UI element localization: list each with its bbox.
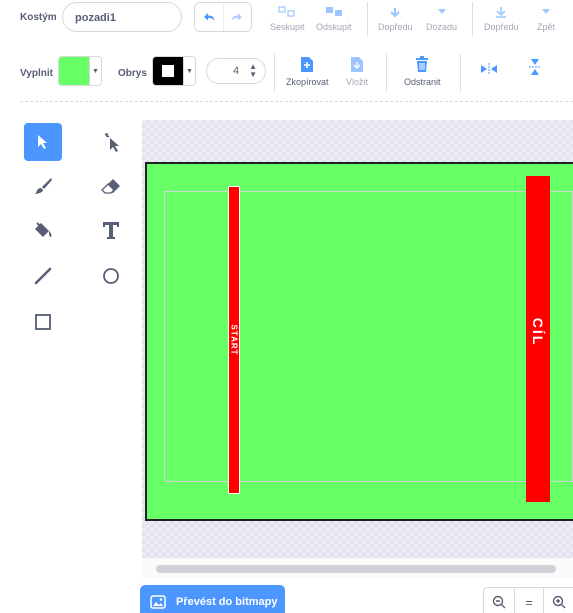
flip-horizontal-icon	[481, 63, 497, 75]
text-tool[interactable]	[92, 211, 130, 249]
selection-box	[164, 191, 573, 482]
flip-vertical-button[interactable]	[528, 58, 542, 76]
paste-icon	[351, 57, 363, 72]
divider	[472, 2, 473, 36]
circle-tool[interactable]	[92, 257, 130, 295]
text-icon	[103, 222, 119, 239]
arrow-down-icon	[437, 9, 446, 14]
flip-vertical-icon	[529, 59, 541, 75]
zoom-in-icon	[552, 595, 566, 609]
reshape-tool[interactable]	[92, 123, 130, 161]
flip-horizontal-button[interactable]	[480, 62, 498, 76]
backward-button[interactable]: Dozadu	[426, 6, 457, 32]
zoom-controls: =	[483, 587, 573, 613]
forward-button[interactable]: Dopředu	[378, 6, 413, 32]
circle-icon	[103, 268, 119, 284]
outline-color-picker[interactable]: ▼	[152, 56, 196, 86]
style-toolbar: Vyplnit ▼ Obrys ▼ 4 ▲ ▼ Zkopírovat Vložit…	[0, 46, 573, 98]
trash-icon	[416, 56, 429, 72]
rectangle-tool[interactable]	[24, 303, 62, 341]
divider	[460, 54, 461, 92]
reshape-icon	[104, 133, 119, 152]
stroke-width-input[interactable]: 4 ▲ ▼	[206, 58, 266, 84]
eraser-tool[interactable]	[92, 167, 130, 205]
line-tool[interactable]	[24, 257, 62, 295]
stepper-icon: ▲ ▼	[249, 62, 257, 79]
finish-label: CÍL	[530, 317, 546, 347]
brush-icon	[34, 178, 52, 194]
costume-name-input[interactable]: pozadi1	[62, 2, 182, 32]
paste-button[interactable]: Vložit	[346, 56, 368, 87]
zoom-in-button[interactable]	[543, 588, 573, 613]
zoom-reset-button[interactable]: =	[513, 588, 544, 613]
cursor-icon	[38, 135, 47, 149]
undo-icon	[203, 13, 215, 21]
divider	[274, 54, 275, 92]
bring-front-icon	[496, 7, 507, 18]
copy-icon	[301, 57, 314, 72]
fill-label: Vyplnit	[20, 68, 53, 79]
paint-bucket-icon	[35, 222, 52, 237]
horizontal-scrollbar[interactable]	[142, 558, 573, 578]
zoom-out-button[interactable]	[484, 588, 514, 613]
arrow-down-icon	[390, 8, 400, 18]
select-tool[interactable]	[24, 123, 62, 161]
fill-color-picker[interactable]: ▼	[58, 56, 102, 86]
divider	[367, 2, 368, 36]
delete-button[interactable]: Odstranit	[404, 56, 441, 87]
zoom-out-icon	[492, 595, 506, 609]
start-label: START	[229, 324, 239, 356]
copy-button[interactable]: Zkopírovat	[286, 56, 329, 87]
scrollbar-thumb[interactable]	[156, 565, 556, 573]
undo-redo-group	[194, 2, 252, 32]
toolbar-divider	[20, 101, 573, 102]
brush-tool[interactable]	[24, 167, 62, 205]
fill-tool[interactable]	[24, 211, 62, 249]
divider	[386, 54, 387, 92]
back-button[interactable]: Zpět	[537, 6, 555, 32]
ungroup-icon	[325, 7, 342, 16]
rectangle-icon	[35, 314, 51, 330]
ungroup-button[interactable]: Odskupit	[316, 6, 352, 32]
top-toolbar: Kostým pozadi1 Seskupit Odskupit Dopředu…	[0, 0, 573, 46]
redo-button[interactable]	[222, 3, 252, 31]
group-icon	[278, 6, 295, 17]
send-back-icon	[542, 9, 550, 14]
undo-button[interactable]	[195, 3, 223, 31]
eraser-icon	[101, 179, 120, 194]
chevron-down-icon: ▼	[183, 57, 195, 85]
outline-label: Obrys	[118, 68, 147, 79]
image-icon	[150, 595, 166, 609]
group-button[interactable]: Seskupit	[270, 6, 305, 32]
fill-swatch	[59, 57, 89, 85]
outline-swatch	[153, 57, 183, 85]
chevron-down-icon: ▼	[89, 57, 101, 85]
redo-icon	[231, 13, 243, 21]
line-icon	[34, 267, 52, 285]
costume-label: Kostým	[20, 12, 57, 23]
front-button[interactable]: Dopředu	[484, 6, 519, 32]
convert-label: Převést do bitmapy	[176, 596, 278, 608]
stroke-width-value: 4	[232, 65, 240, 77]
convert-to-bitmap-button[interactable]: Převést do bitmapy	[140, 585, 285, 613]
